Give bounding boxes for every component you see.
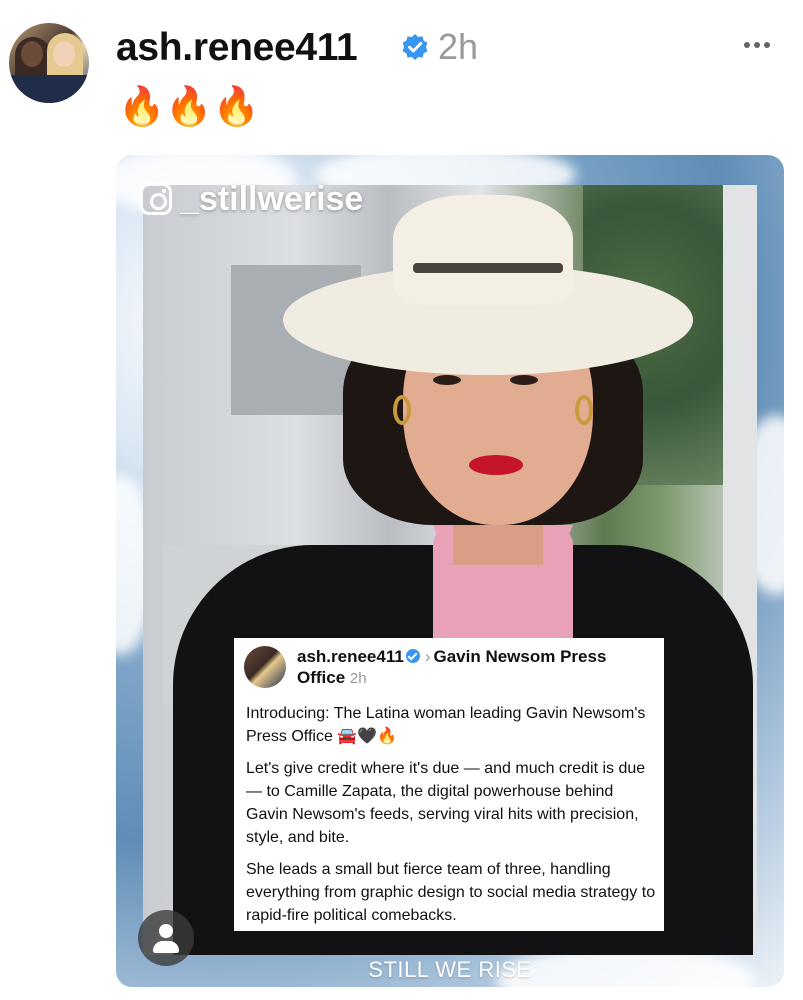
card-body: Introducing: The Latina woman leading Ga… [246,702,656,936]
card-paragraph: She leads a small but fierce team of thr… [246,861,656,924]
username[interactable]: ash.renee411 [116,26,358,70]
card-paragraph: Introducing: The Latina woman leading Ga… [246,705,646,745]
verified-badge-icon [402,34,428,60]
post-time: 2h [438,26,479,67]
verified-badge-icon [405,649,420,663]
profile-avatar[interactable] [9,23,89,103]
instagram-watermark: _stillwerise [140,179,363,219]
card-username: ash.renee411 [297,647,404,666]
more-options-icon[interactable] [744,40,774,50]
footer-caption: STILL WE RISE [368,957,532,982]
post-header: ash.renee411 2h 🔥🔥🔥 [0,0,803,140]
watermark-handle: _stillwerise [180,179,364,218]
card-avatar [244,646,286,688]
card-paragraph: Let's give credit where it's due — and m… [246,760,646,846]
instagram-icon [140,183,172,215]
post-media[interactable]: _stillwerise ash.renee411 › Gavin Newsom P… [116,155,784,987]
card-time: 2h [349,670,367,687]
post-caption: 🔥🔥🔥 [118,86,260,128]
embedded-post-card: ash.renee411 › Gavin Newsom Press Office 2… [234,638,664,931]
card-header: ash.renee411 › Gavin Newsom Press Office 2… [297,646,657,689]
chevron-right-icon: › [424,647,431,666]
